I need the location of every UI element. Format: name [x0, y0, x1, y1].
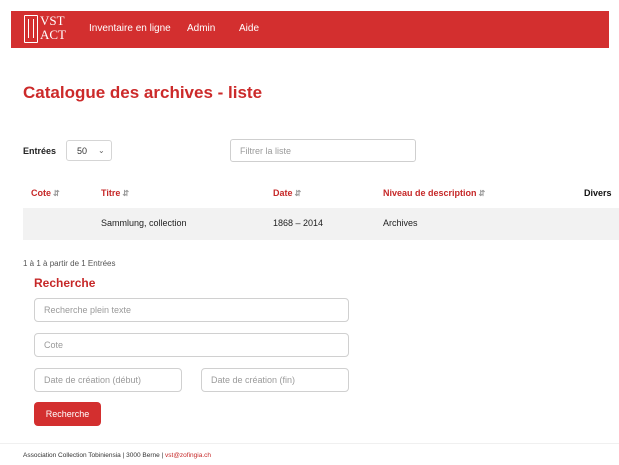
footer: Association Collection Tobiniensia | 300… [23, 452, 211, 459]
search-button[interactable]: Recherche [34, 402, 101, 426]
date-start-input[interactable] [34, 368, 182, 392]
column-header-label: Cote [31, 188, 51, 198]
column-header-label: Titre [101, 188, 121, 198]
chevron-down-icon: ⌄ [98, 146, 105, 155]
column-header-titre[interactable]: Titre ⇵ [101, 188, 129, 198]
sort-icon: ⇵ [294, 189, 302, 198]
nav-link-inventaire[interactable]: Inventaire en ligne [89, 23, 171, 34]
cell-titre[interactable]: Sammlung, collection [101, 218, 187, 228]
logo-text-line1: VST [40, 13, 65, 28]
cell-niveau: Archives [383, 218, 418, 228]
column-header-date[interactable]: Date ⇵ [273, 188, 301, 198]
column-header-label: Date [273, 188, 293, 198]
brand-logo[interactable]: VST ACT [24, 14, 74, 45]
logo-text-line2: ACT [40, 27, 66, 42]
table-info: 1 à 1 à partir de 1 Entrées [23, 259, 116, 268]
top-navbar: VST ACT Inventaire en ligne Admin Aide [11, 11, 609, 48]
nav-link-admin[interactable]: Admin [187, 23, 215, 34]
column-header-label: Niveau de description [383, 188, 477, 198]
entries-select-value: 50 [77, 146, 88, 156]
footer-text: Association Collection Tobiniensia | 300… [23, 452, 166, 459]
fulltext-search-input[interactable] [34, 298, 349, 322]
logo-text: VST ACT [40, 14, 66, 42]
column-header-cote[interactable]: Cote ⇵ [31, 188, 60, 198]
cote-input[interactable] [34, 333, 349, 357]
nav-link-aide[interactable]: Aide [239, 23, 259, 34]
sort-icon: ⇵ [478, 189, 486, 198]
column-header-divers: Divers [584, 188, 612, 198]
sort-icon: ⇵ [53, 189, 60, 198]
cell-date: 1868 – 2014 [273, 218, 324, 228]
footer-email-link[interactable]: vst@zofingia.ch [165, 452, 211, 459]
date-end-input[interactable] [201, 368, 349, 392]
filter-list-input[interactable] [230, 139, 416, 162]
column-header-label: Divers [584, 188, 612, 198]
search-section-title: Recherche [34, 276, 96, 290]
footer-divider [0, 443, 619, 444]
entries-label: Entrées [23, 146, 57, 156]
logo-emblem-icon [24, 15, 38, 43]
sort-icon: ⇵ [122, 189, 130, 198]
entries-per-page-select[interactable]: 50 ⌄ [66, 140, 112, 161]
page-title: Catalogue des archives - liste [23, 83, 263, 102]
column-header-niveau[interactable]: Niveau de description ⇵ [383, 188, 485, 198]
